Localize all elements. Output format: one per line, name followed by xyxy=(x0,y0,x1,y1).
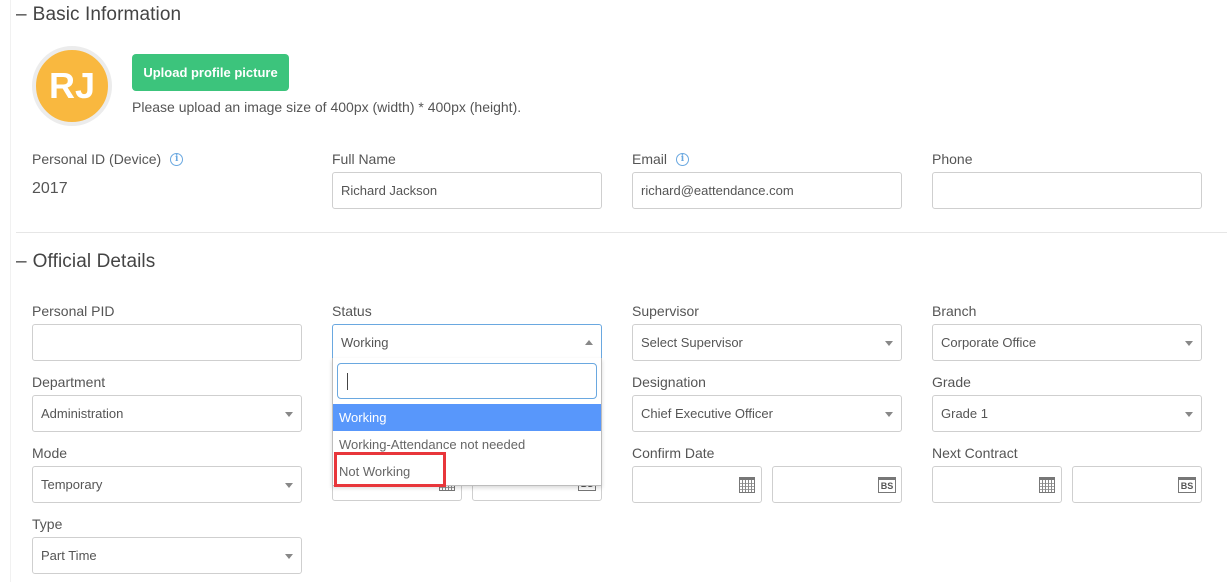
bs-calendar-icon[interactable]: BS xyxy=(1178,477,1196,493)
calendar-icon[interactable] xyxy=(1039,477,1055,493)
avatar-initials: RJ xyxy=(48,65,96,106)
confirm-date-bs-input[interactable]: BS xyxy=(772,466,902,503)
status-option-working[interactable]: Working xyxy=(333,404,601,431)
phone-field: Phone xyxy=(932,150,1202,209)
chevron-down-icon xyxy=(285,554,293,559)
mode-field: Mode Temporary xyxy=(32,444,302,503)
chevron-up-icon xyxy=(585,340,593,345)
grade-label: Grade xyxy=(932,374,971,390)
calendar-icon[interactable] xyxy=(739,477,755,493)
supervisor-label: Supervisor xyxy=(632,303,699,319)
grade-value: Grade 1 xyxy=(941,406,988,421)
status-search-input[interactable] xyxy=(337,363,597,399)
branch-value: Corporate Office xyxy=(941,335,1037,350)
confirm-date-ad-input[interactable] xyxy=(632,466,762,503)
next-contract-bs-input[interactable]: BS xyxy=(1072,466,1202,503)
upload-hint: Please upload an image size of 400px (wi… xyxy=(132,99,522,115)
type-select[interactable]: Part Time xyxy=(32,537,302,574)
personal-id-field: Personal ID (Device) i 2017 xyxy=(32,150,302,198)
status-dropdown: Working Working-Attendance not needed No… xyxy=(332,358,602,486)
branch-select[interactable]: Corporate Office xyxy=(932,324,1202,361)
grade-field: Grade Grade 1 xyxy=(932,373,1202,432)
text-cursor xyxy=(347,373,348,390)
status-select[interactable]: Working xyxy=(332,324,602,361)
email-label: Email i xyxy=(632,150,902,168)
personal-pid-label: Personal PID xyxy=(32,303,115,319)
confirm-date-field: Confirm Date BS xyxy=(632,444,902,503)
personal-id-value: 2017 xyxy=(32,180,68,197)
mode-value: Temporary xyxy=(41,477,103,492)
designation-select[interactable]: Chief Executive Officer xyxy=(632,395,902,432)
chevron-down-icon xyxy=(1185,412,1193,417)
section-title: Official Details xyxy=(32,251,156,272)
basic-information-header[interactable]: – Basic Information xyxy=(16,4,181,26)
type-value: Part Time xyxy=(41,548,97,563)
email-input[interactable]: richard@eattendance.com xyxy=(632,172,902,209)
status-option-not-working[interactable]: Not Working xyxy=(333,458,601,485)
branch-label: Branch xyxy=(932,303,977,319)
full-name-field: Full Name Richard Jackson xyxy=(332,150,602,209)
label-text: Personal ID (Device) xyxy=(32,151,162,167)
phone-input[interactable] xyxy=(932,172,1202,209)
next-contract-field: Next Contract BS xyxy=(932,444,1202,503)
supervisor-field: Supervisor Select Supervisor xyxy=(632,302,902,361)
supervisor-select[interactable]: Select Supervisor xyxy=(632,324,902,361)
department-label: Department xyxy=(32,374,106,390)
supervisor-value: Select Supervisor xyxy=(641,335,743,350)
mode-label: Mode xyxy=(32,445,68,461)
designation-label: Designation xyxy=(632,374,706,390)
label-text: Email xyxy=(632,151,668,167)
status-value: Working xyxy=(341,335,389,350)
full-name-input[interactable]: Richard Jackson xyxy=(332,172,602,209)
section-divider xyxy=(16,232,1227,233)
chevron-down-icon xyxy=(885,412,893,417)
chevron-down-icon xyxy=(285,412,293,417)
department-field: Department Administration xyxy=(32,373,302,432)
info-icon[interactable]: i xyxy=(676,152,690,166)
department-select[interactable]: Administration xyxy=(32,395,302,432)
upload-profile-picture-button[interactable]: Upload profile picture xyxy=(132,54,289,91)
mode-select[interactable]: Temporary xyxy=(32,466,302,503)
chevron-down-icon xyxy=(1185,341,1193,346)
section-title: Basic Information xyxy=(32,4,182,25)
avatar: RJ xyxy=(32,46,112,126)
designation-field: Designation Chief Executive Officer xyxy=(632,373,902,432)
status-label: Status xyxy=(332,303,372,319)
email-field: Email i richard@eattendance.com xyxy=(632,150,902,209)
collapse-toggle-icon[interactable]: – xyxy=(16,4,27,26)
chevron-down-icon xyxy=(285,483,293,488)
chevron-down-icon xyxy=(885,341,893,346)
status-field: Status Working xyxy=(332,302,602,361)
personal-pid-input[interactable] xyxy=(32,324,302,361)
full-name-label: Full Name xyxy=(332,151,396,167)
info-icon[interactable]: i xyxy=(170,152,184,166)
type-label: Type xyxy=(32,516,63,532)
branch-field: Branch Corporate Office xyxy=(932,302,1202,361)
official-details-header[interactable]: – Official Details xyxy=(16,251,155,273)
grade-select[interactable]: Grade 1 xyxy=(932,395,1202,432)
confirm-date-label: Confirm Date xyxy=(632,445,715,461)
personal-pid-field: Personal PID xyxy=(32,302,302,361)
next-contract-ad-input[interactable] xyxy=(932,466,1062,503)
next-contract-label: Next Contract xyxy=(932,445,1018,461)
designation-value: Chief Executive Officer xyxy=(641,406,773,421)
collapse-toggle-icon[interactable]: – xyxy=(16,251,27,273)
status-option-working-attendance-not-needed[interactable]: Working-Attendance not needed xyxy=(333,431,601,458)
phone-label: Phone xyxy=(932,151,973,167)
left-border xyxy=(10,0,11,582)
department-value: Administration xyxy=(41,406,124,421)
bs-calendar-icon[interactable]: BS xyxy=(878,477,896,493)
personal-id-label: Personal ID (Device) i xyxy=(32,150,302,168)
type-field: Type Part Time xyxy=(32,515,302,574)
